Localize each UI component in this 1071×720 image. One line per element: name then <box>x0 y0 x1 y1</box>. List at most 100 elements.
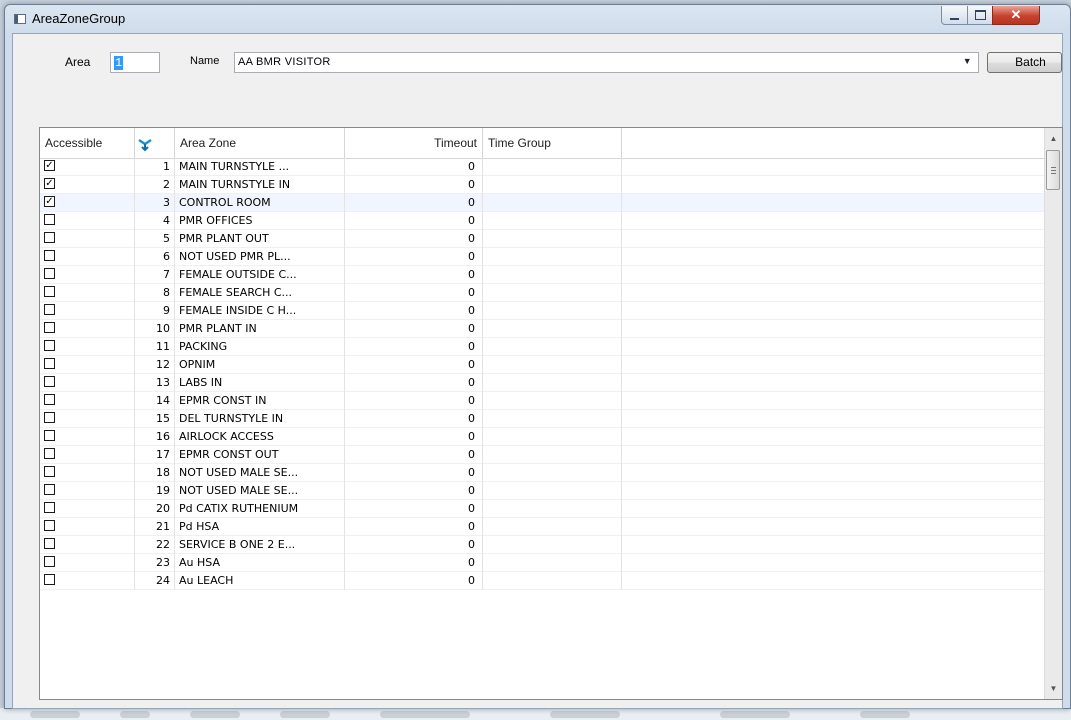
time-group-cell[interactable] <box>483 392 622 410</box>
accessible-checkbox[interactable] <box>44 556 55 567</box>
accessible-checkbox[interactable] <box>44 466 55 477</box>
accessible-cell[interactable] <box>40 554 135 572</box>
time-group-cell[interactable] <box>483 428 622 446</box>
accessible-cell[interactable] <box>40 572 135 590</box>
accessible-cell[interactable] <box>40 392 135 410</box>
accessible-cell[interactable] <box>40 500 135 518</box>
table-row[interactable]: 19 NOT USED MALE SE... 0 <box>40 482 1045 500</box>
accessible-cell[interactable] <box>40 536 135 554</box>
batch-button[interactable]: Batch <box>987 52 1062 73</box>
timeout-cell[interactable]: 0 <box>345 212 483 230</box>
accessible-cell[interactable] <box>40 518 135 536</box>
accessible-cell[interactable] <box>40 320 135 338</box>
time-group-cell[interactable] <box>483 500 622 518</box>
accessible-cell[interactable]: ✓ <box>40 194 135 212</box>
accessible-cell[interactable] <box>40 248 135 266</box>
timeout-cell[interactable]: 0 <box>345 500 483 518</box>
time-group-cell[interactable] <box>483 536 622 554</box>
accessible-checkbox[interactable] <box>44 340 55 351</box>
accessible-cell[interactable] <box>40 464 135 482</box>
minimize-button[interactable] <box>941 6 968 25</box>
col-area-zone[interactable]: Area Zone <box>175 128 345 158</box>
accessible-checkbox[interactable] <box>44 322 55 333</box>
accessible-cell[interactable] <box>40 284 135 302</box>
accessible-checkbox[interactable] <box>44 448 55 459</box>
accessible-checkbox[interactable] <box>44 268 55 279</box>
maximize-button[interactable] <box>967 6 993 25</box>
accessible-checkbox[interactable]: ✓ <box>44 160 55 171</box>
table-row[interactable]: 18 NOT USED MALE SE... 0 <box>40 464 1045 482</box>
table-row[interactable]: 11 PACKING 0 <box>40 338 1045 356</box>
time-group-cell[interactable] <box>483 248 622 266</box>
timeout-cell[interactable]: 0 <box>345 356 483 374</box>
accessible-checkbox[interactable] <box>44 232 55 243</box>
col-time-group[interactable]: Time Group <box>483 128 622 158</box>
accessible-cell[interactable] <box>40 266 135 284</box>
accessible-checkbox[interactable]: ✓ <box>44 196 55 207</box>
accessible-cell[interactable] <box>40 302 135 320</box>
accessible-cell[interactable] <box>40 482 135 500</box>
accessible-checkbox[interactable] <box>44 358 55 369</box>
table-row[interactable]: 12 OPNIM 0 <box>40 356 1045 374</box>
timeout-cell[interactable]: 0 <box>345 266 483 284</box>
accessible-checkbox[interactable] <box>44 484 55 495</box>
time-group-cell[interactable] <box>483 374 622 392</box>
table-row[interactable]: 8 FEMALE SEARCH C... 0 <box>40 284 1045 302</box>
time-group-cell[interactable] <box>483 320 622 338</box>
table-row[interactable]: 22 SERVICE B ONE 2 E... 0 <box>40 536 1045 554</box>
time-group-cell[interactable] <box>483 194 622 212</box>
timeout-cell[interactable]: 0 <box>345 248 483 266</box>
accessible-checkbox[interactable] <box>44 430 55 441</box>
accessible-checkbox[interactable] <box>44 502 55 513</box>
time-group-cell[interactable] <box>483 284 622 302</box>
area-input[interactable]: 1 <box>110 52 160 73</box>
table-row[interactable]: 5 PMR PLANT OUT 0 <box>40 230 1045 248</box>
table-row[interactable]: 13 LABS IN 0 <box>40 374 1045 392</box>
time-group-cell[interactable] <box>483 266 622 284</box>
scroll-thumb[interactable] <box>1046 150 1060 190</box>
col-sort[interactable] <box>135 128 175 158</box>
timeout-cell[interactable]: 0 <box>345 230 483 248</box>
timeout-cell[interactable]: 0 <box>345 158 483 176</box>
timeout-cell[interactable]: 0 <box>345 428 483 446</box>
accessible-cell[interactable] <box>40 374 135 392</box>
timeout-cell[interactable]: 0 <box>345 176 483 194</box>
accessible-checkbox[interactable]: ✓ <box>44 178 55 189</box>
vertical-scrollbar[interactable]: ▲ ▼ <box>1044 128 1062 699</box>
timeout-cell[interactable]: 0 <box>345 320 483 338</box>
chevron-down-icon[interactable]: ▼ <box>963 56 972 66</box>
timeout-cell[interactable]: 0 <box>345 194 483 212</box>
accessible-cell[interactable] <box>40 410 135 428</box>
scroll-up-icon[interactable]: ▲ <box>1045 130 1062 147</box>
table-row[interactable]: 6 NOT USED PMR PL... 0 <box>40 248 1045 266</box>
timeout-cell[interactable]: 0 <box>345 482 483 500</box>
accessible-cell[interactable] <box>40 356 135 374</box>
time-group-cell[interactable] <box>483 554 622 572</box>
time-group-cell[interactable] <box>483 212 622 230</box>
col-timeout[interactable]: Timeout <box>345 128 483 158</box>
scroll-down-icon[interactable]: ▼ <box>1045 680 1062 697</box>
timeout-cell[interactable]: 0 <box>345 302 483 320</box>
time-group-cell[interactable] <box>483 338 622 356</box>
table-row[interactable]: 16 AIRLOCK ACCESS 0 <box>40 428 1045 446</box>
table-row[interactable]: 14 EPMR CONST IN 0 <box>40 392 1045 410</box>
accessible-checkbox[interactable] <box>44 286 55 297</box>
accessible-checkbox[interactable] <box>44 412 55 423</box>
accessible-checkbox[interactable] <box>44 574 55 585</box>
timeout-cell[interactable]: 0 <box>345 554 483 572</box>
accessible-cell[interactable] <box>40 446 135 464</box>
accessible-cell[interactable] <box>40 212 135 230</box>
accessible-checkbox[interactable] <box>44 214 55 225</box>
accessible-checkbox[interactable] <box>44 304 55 315</box>
timeout-cell[interactable]: 0 <box>345 338 483 356</box>
timeout-cell[interactable]: 0 <box>345 464 483 482</box>
time-group-cell[interactable] <box>483 356 622 374</box>
table-row[interactable]: 4 PMR OFFICES 0 <box>40 212 1045 230</box>
title-bar[interactable]: AreaZoneGroup ✕ <box>5 5 1070 33</box>
time-group-cell[interactable] <box>483 176 622 194</box>
timeout-cell[interactable]: 0 <box>345 392 483 410</box>
table-row[interactable]: ✓ 3 CONTROL ROOM 0 <box>40 194 1045 212</box>
accessible-checkbox[interactable] <box>44 250 55 261</box>
time-group-cell[interactable] <box>483 302 622 320</box>
accessible-checkbox[interactable] <box>44 520 55 531</box>
